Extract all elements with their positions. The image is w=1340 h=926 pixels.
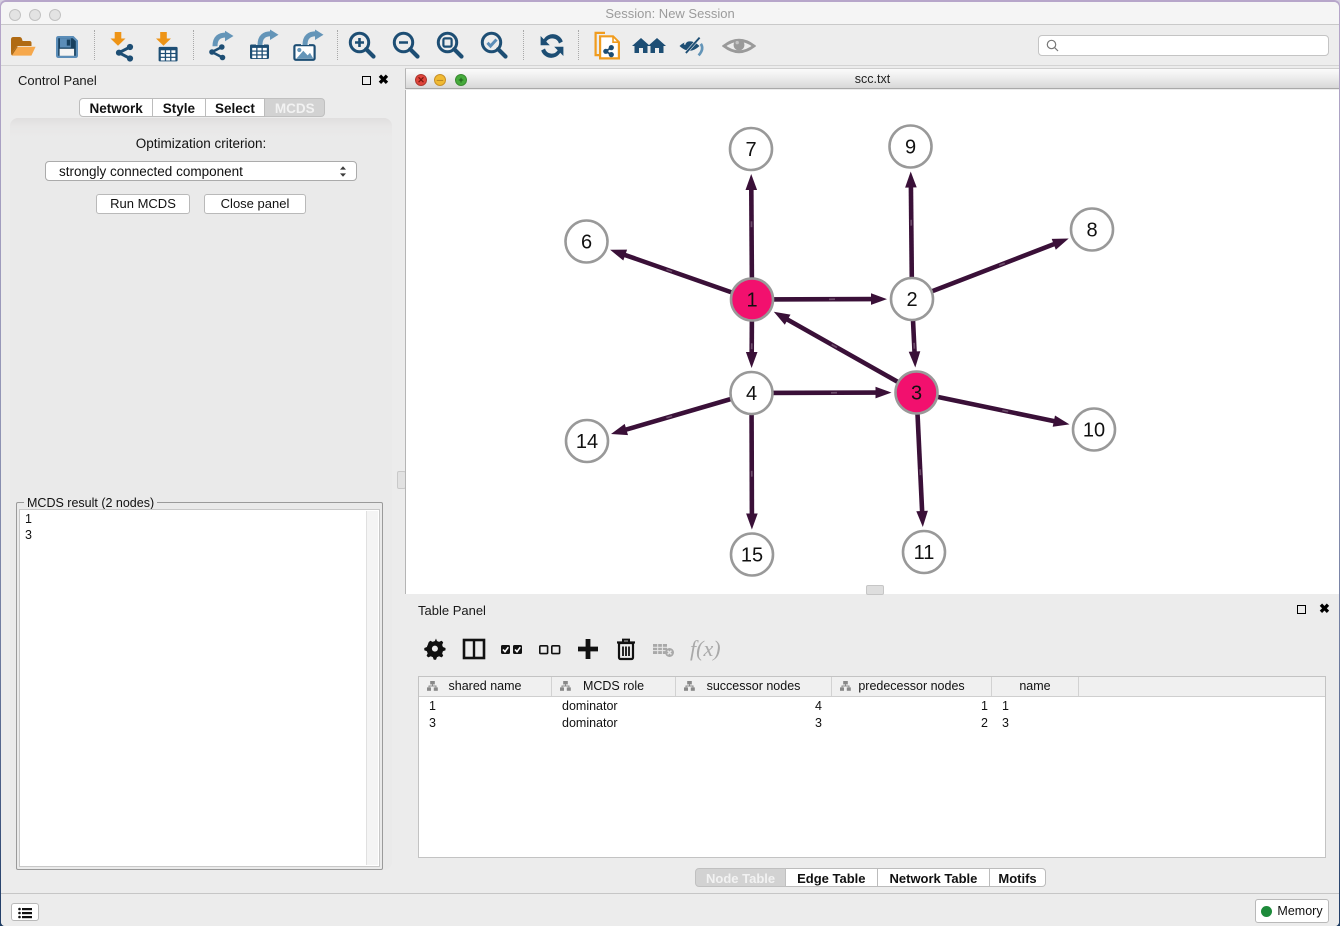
svg-text:8: 8 [1086, 220, 1097, 242]
svg-text:15: 15 [741, 545, 763, 567]
svg-text:1: 1 [746, 290, 757, 312]
svg-text:11: 11 [914, 542, 935, 564]
svg-text:3: 3 [911, 383, 922, 405]
svg-text:2: 2 [906, 289, 917, 311]
svg-text:7: 7 [745, 139, 756, 161]
svg-text:6: 6 [581, 232, 592, 254]
svg-text:9: 9 [905, 137, 916, 159]
svg-text:14: 14 [576, 431, 598, 453]
svg-text:10: 10 [1083, 420, 1105, 442]
svg-text:4: 4 [746, 383, 757, 405]
